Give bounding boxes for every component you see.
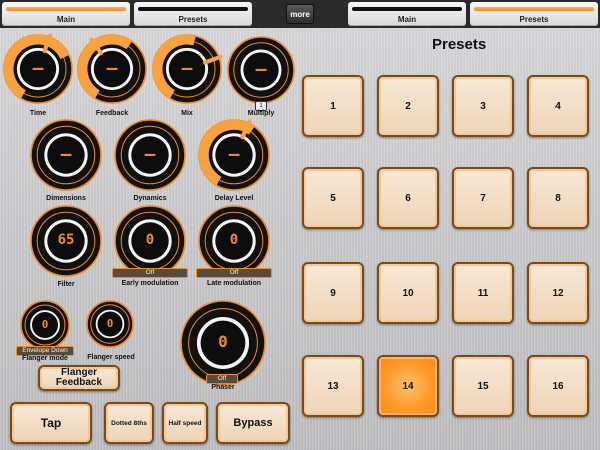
tab-presets-left[interactable]: Presets <box>134 2 252 26</box>
preset-button-11[interactable]: 11 <box>452 262 514 324</box>
preset-label: 9 <box>330 287 336 299</box>
preset-button-10[interactable]: 10 <box>377 262 439 324</box>
preset-label: 6 <box>405 192 411 204</box>
dynamics-label: Dynamics <box>133 195 167 202</box>
knob-readout: — <box>60 144 72 165</box>
delay-level-label: Delay Level <box>214 195 254 202</box>
button-label: Dotted 8ths <box>111 419 147 427</box>
tab-indicator <box>138 7 248 11</box>
dotted-8ths-button[interactable]: Dotted 8ths <box>104 402 154 444</box>
preset-label: 7 <box>480 192 486 204</box>
preset-label: 13 <box>327 380 339 392</box>
time-label: Time <box>29 110 47 117</box>
knob-readout: — <box>32 58 44 79</box>
flanger-speed-knob[interactable]: 0 <box>86 300 134 348</box>
preset-button-12[interactable]: 12 <box>527 262 589 324</box>
preset-button-5[interactable]: 5 <box>302 167 364 229</box>
dynamics-knob[interactable]: — <box>114 119 186 191</box>
multiply-knob[interactable]: — <box>227 36 295 104</box>
more-button[interactable]: more <box>286 4 314 24</box>
preset-label: 5 <box>330 192 336 204</box>
top-tab-bar: Main Presets more Main Presets <box>0 0 600 28</box>
knob-readout: 0 <box>145 232 155 248</box>
knob-readout: 0 <box>229 232 239 248</box>
preset-button-14[interactable]: 14 <box>377 355 439 417</box>
preset-button-1[interactable]: 1 <box>302 75 364 137</box>
presets-title: Presets <box>432 36 487 53</box>
knob-readout: 0 <box>41 318 49 331</box>
tab-label: Main <box>56 15 76 24</box>
preset-button-6[interactable]: 6 <box>377 167 439 229</box>
tab-label: Presets <box>178 15 208 24</box>
preset-label: 2 <box>405 100 411 112</box>
tab-indicator <box>474 7 594 11</box>
knob-readout: 0 <box>218 332 228 351</box>
preset-button-15[interactable]: 15 <box>452 355 514 417</box>
tap-button[interactable]: Tap <box>10 402 92 444</box>
button-label: Half speed <box>168 419 202 427</box>
tab-indicator <box>352 7 462 11</box>
preset-label: 12 <box>552 287 564 299</box>
late-modulation-label: Late modulation <box>206 280 262 287</box>
half-speed-button[interactable]: Half speed <box>162 402 208 444</box>
preset-label: 15 <box>477 380 489 392</box>
multiply-label: Multiply <box>247 110 275 117</box>
button-label: Bypass <box>233 417 273 429</box>
preset-button-8[interactable]: 8 <box>527 167 589 229</box>
preset-label: 3 <box>480 100 486 112</box>
bypass-button[interactable]: Bypass <box>216 402 290 444</box>
late-modulation-knob[interactable]: 0 <box>198 205 270 277</box>
knob-readout: — <box>255 59 267 80</box>
feedback-label: Feedback <box>95 110 129 117</box>
preset-label: 4 <box>555 100 561 112</box>
knob-readout: — <box>228 144 240 165</box>
tab-indicator <box>6 7 126 11</box>
preset-button-16[interactable]: 16 <box>527 355 589 417</box>
flanger-mode-knob[interactable]: 0 <box>20 300 70 350</box>
feedback-knob[interactable]: — <box>77 34 147 104</box>
dimensions-label: Dimensions <box>46 195 86 202</box>
knob-readout: 65 <box>57 232 75 248</box>
tab-main-right[interactable]: Main <box>348 2 466 26</box>
preset-button-13[interactable]: 13 <box>302 355 364 417</box>
preset-button-3[interactable]: 3 <box>452 75 514 137</box>
knob-readout: — <box>144 144 156 165</box>
preset-label: 11 <box>477 287 489 299</box>
preset-label: 1 <box>330 100 336 112</box>
dimensions-knob[interactable]: — <box>30 119 102 191</box>
tab-presets-right[interactable]: Presets <box>470 2 598 26</box>
tab-label: Main <box>397 15 417 24</box>
flanger-feedback-button[interactable]: Flanger Feedback <box>38 365 120 391</box>
preset-label: 16 <box>552 380 564 392</box>
knob-readout: — <box>106 58 118 79</box>
delay-level-knob[interactable]: — <box>198 119 270 191</box>
preset-label: 8 <box>555 192 561 204</box>
knob-readout: 0 <box>106 317 114 330</box>
mix-knob[interactable]: — <box>152 34 223 104</box>
phaser-badge: Off <box>206 374 238 384</box>
preset-label: 14 <box>402 380 414 392</box>
time-knob[interactable]: — <box>3 33 73 104</box>
knob-readout: — <box>181 58 193 79</box>
late-modulation-badge: Off <box>196 268 272 278</box>
button-label: Tap <box>40 416 62 430</box>
early-modulation-badge: Off <box>112 268 188 278</box>
button-label: Flanger Feedback <box>55 367 103 388</box>
tab-main-left[interactable]: Main <box>2 2 130 26</box>
preset-button-2[interactable]: 2 <box>377 75 439 137</box>
phaser-label: Phaser <box>211 384 235 391</box>
filter-label: Filter <box>57 281 75 288</box>
preset-label: 10 <box>402 287 414 299</box>
flanger-speed-label: Flanger speed <box>87 354 135 361</box>
preset-button-9[interactable]: 9 <box>302 262 364 324</box>
tab-label: Presets <box>519 15 549 24</box>
preset-button-7[interactable]: 7 <box>452 167 514 229</box>
flanger-mode-label: Flanger mode <box>22 355 68 362</box>
mix-label: Mix <box>181 110 193 117</box>
early-modulation-knob[interactable]: 0 <box>114 205 186 277</box>
early-modulation-label: Early modulation <box>121 280 179 287</box>
preset-button-4[interactable]: 4 <box>527 75 589 137</box>
filter-knob[interactable]: 65 <box>30 205 102 277</box>
